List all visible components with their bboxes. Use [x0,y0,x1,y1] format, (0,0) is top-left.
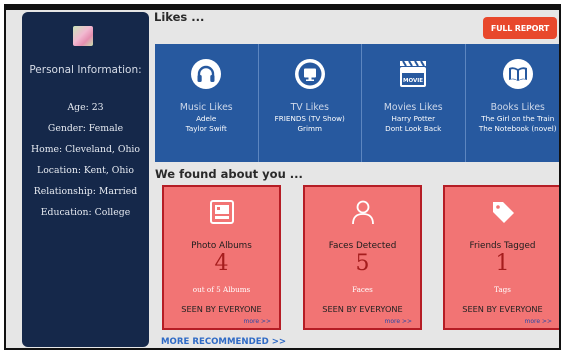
photo-albums-visibility: SEEN BY EVERYONE [181,304,262,314]
person-icon [348,197,378,227]
movie-icon-text: MOVIE [403,78,423,84]
tv-likes-title: TV Likes [290,102,329,113]
more-recommended-link[interactable]: MORE RECOMMENDED >> [161,337,286,347]
relationship-text: Relationship: Married [33,186,138,197]
photo-albums-title: Photo Albums [191,241,252,251]
movies-likes-title: Movies Likes [383,102,443,113]
books-likes-title: Books Likes [490,102,545,113]
photo-albums-card[interactable]: Photo Albums 4 out of 5 Albums SEEN BY E… [162,185,281,330]
likes-panel: Music Likes Adele Taylor Swift TV Likes … [155,44,560,162]
friends-tagged-subtext: Tags [494,285,511,294]
top-border [6,6,559,10]
faces-detected-card[interactable]: Faces Detected 5 Faces SEEN BY EVERYONE … [303,185,422,330]
faces-detected-count: 5 [355,251,370,276]
education-text: Education: College [40,207,131,218]
faces-detected-subtext: Faces [352,285,373,294]
movie-like-item: Dont Look Back [385,124,442,133]
music-likes-title: Music Likes [179,102,233,113]
movie-like-item: Harry Potter [391,114,436,123]
book-icon [502,58,534,90]
music-likes-column[interactable]: Music Likes Adele Taylor Swift [155,44,259,162]
book-like-item: The Notebook (novel) [478,124,557,133]
tv-like-item: FRIENDS (TV Show) [274,114,345,123]
gender-text: Gender: Female [47,123,124,134]
music-like-item: Taylor Swift [185,124,227,133]
faces-detected-title: Faces Detected [328,241,397,251]
faces-detected-more-link[interactable]: more >> [384,318,412,325]
headphones-icon [190,58,222,90]
friends-tagged-visibility: SEEN BY EVERYONE [462,304,543,314]
tv-like-item: Grimm [297,124,323,133]
age-text: Age: 23 [67,102,104,113]
book-like-item: The Girl on the Train [481,114,555,123]
tv-likes-column[interactable]: TV Likes FRIENDS (TV Show) Grimm [259,44,362,162]
friends-tagged-card[interactable]: Friends Tagged 1 Tags SEEN BY EVERYONE m… [443,185,559,330]
found-heading: We found about you ... [155,167,303,181]
music-like-item: Adele [196,114,217,123]
tv-icon [294,58,326,90]
full-report-button[interactable]: FULL REPORT [483,17,557,39]
friends-tagged-more-link[interactable]: more >> [524,318,552,325]
friends-tagged-title: Friends Tagged [469,241,536,251]
books-likes-column[interactable]: Books Likes The Girl on the Train The No… [466,44,560,162]
movies-likes-column[interactable]: MOVIE Movies Likes Harry Potter Dont Loo… [362,44,466,162]
personal-info-title: Personal Information: [29,64,142,76]
avatar[interactable] [73,26,93,46]
photo-albums-count: 4 [214,251,229,276]
app-frame: Personal Information: Age: 23 Gender: Fe… [4,4,561,350]
location-text: Location: Kent, Ohio [37,165,134,176]
home-text: Home: Cleveland, Ohio [31,144,140,155]
likes-heading: Likes ... [154,10,205,24]
faces-detected-visibility: SEEN BY EVERYONE [322,304,403,314]
tag-icon [488,197,518,227]
friends-tagged-count: 1 [495,251,510,276]
clapperboard-icon: MOVIE [397,58,429,90]
photo-albums-subtext: out of 5 Albums [192,285,251,294]
profile-sidebar: Personal Information: Age: 23 Gender: Fe… [22,12,149,347]
photo-albums-more-link[interactable]: more >> [243,318,271,325]
photo-album-icon [207,197,237,227]
